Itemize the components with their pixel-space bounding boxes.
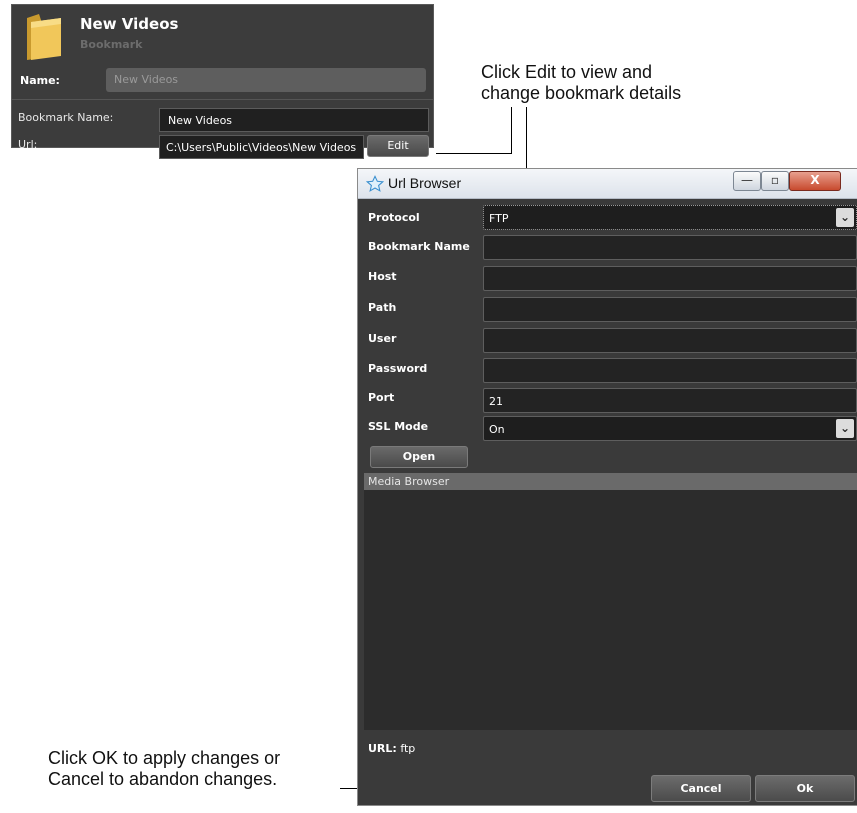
edit-callout-line1: Click Edit to view and <box>481 62 653 82</box>
name-field[interactable]: New Videos <box>106 68 426 92</box>
ok-button[interactable]: Ok <box>755 775 855 802</box>
bookmark-name-input[interactable]: New Videos <box>159 108 429 132</box>
password-field[interactable] <box>483 358 857 383</box>
ok-callout-line2: Cancel to abandon changes. <box>48 769 278 789</box>
url-label: Url: <box>18 138 38 151</box>
bookmark-name-field[interactable] <box>483 235 857 260</box>
url-input[interactable]: C:\Users\Public\Videos\New Videos <box>159 135 364 159</box>
chevron-down-icon[interactable]: ⌄ <box>836 208 854 227</box>
bookmark-properties-panel: New Videos Bookmark Name: New Videos Boo… <box>11 4 434 159</box>
edit-callout: Click Edit to view and change bookmark d… <box>481 62 681 104</box>
ssl-mode-value: On <box>489 423 505 436</box>
path-label: Path <box>368 301 397 314</box>
bookmark-title: New Videos <box>80 15 179 33</box>
minimize-button[interactable]: — <box>733 171 761 191</box>
host-label: Host <box>368 270 397 283</box>
user-label: User <box>368 332 397 345</box>
cancel-button[interactable]: Cancel <box>651 775 751 802</box>
divider <box>12 99 433 100</box>
window-titlebar[interactable]: Url Browser — ▫ X <box>358 169 857 199</box>
edit-callout-line2: change bookmark details <box>481 83 682 103</box>
open-button[interactable]: Open <box>370 446 468 468</box>
folder-icon <box>27 14 61 60</box>
media-browser-area[interactable] <box>364 490 857 730</box>
bookmark-name-label: Bookmark Name: <box>18 111 114 124</box>
port-field[interactable]: 21 <box>483 388 857 413</box>
url-status: URL: ftp <box>368 742 415 755</box>
name-label: Name: <box>20 74 60 87</box>
maximize-button[interactable]: ▫ <box>761 171 789 191</box>
host-field[interactable] <box>483 266 857 291</box>
ssl-mode-select[interactable]: On ⌄ <box>483 416 857 441</box>
ok-callout: Click OK to apply changes or Cancel to a… <box>48 748 280 790</box>
window-title: Url Browser <box>388 175 462 191</box>
edit-callout-connector-vertical <box>511 107 512 154</box>
user-field[interactable] <box>483 328 857 353</box>
media-browser-header: Media Browser <box>364 473 857 490</box>
port-label: Port <box>368 391 395 404</box>
edit-button[interactable]: Edit <box>367 135 429 157</box>
path-field[interactable] <box>483 297 857 322</box>
url-status-value: ftp <box>400 742 416 755</box>
password-label: Password <box>368 362 428 375</box>
bookmark-name-label: Bookmark Name <box>368 240 470 253</box>
ssl-mode-label: SSL Mode <box>368 420 429 433</box>
ok-callout-line1: Click OK to apply changes or <box>48 748 281 768</box>
bookmark-subtitle: Bookmark <box>80 38 143 51</box>
star-icon <box>366 175 384 192</box>
protocol-select[interactable]: FTP ⌄ <box>483 205 857 230</box>
close-button[interactable]: X <box>789 171 841 191</box>
protocol-value: FTP <box>489 212 509 225</box>
chevron-down-icon[interactable]: ⌄ <box>836 419 854 438</box>
protocol-label: Protocol <box>368 211 420 224</box>
url-browser-window: Url Browser — ▫ X Protocol FTP ⌄ Bookmar… <box>357 168 857 806</box>
edit-callout-connector <box>436 153 512 154</box>
url-status-label: URL: <box>368 742 397 755</box>
